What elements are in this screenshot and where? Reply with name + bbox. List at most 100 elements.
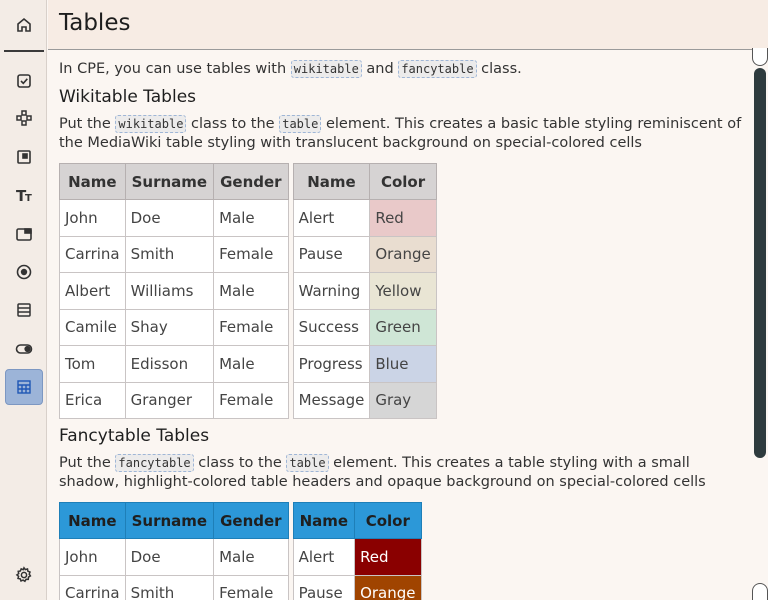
table-cell-red: Red xyxy=(369,199,437,237)
wikitable-tables: Name Surname Gender John Doe Male Carrina S… xyxy=(59,163,752,419)
col-header: Surname xyxy=(124,163,215,200)
table-row: Carrina Smith Female xyxy=(59,235,289,273)
table-row: Warning Yellow xyxy=(292,272,437,310)
table-cell: Progress xyxy=(292,345,371,383)
radio-icon[interactable] xyxy=(5,254,43,290)
wiki-desc-code2: table xyxy=(279,115,322,133)
fancy-desc-middle: class to the xyxy=(193,455,287,471)
table-cell: Granger xyxy=(124,381,215,419)
intro-before: In CPE, you can use tables with xyxy=(59,61,291,77)
table-cell-orange: Orange xyxy=(354,574,422,600)
wiki-desc-middle: class to the xyxy=(186,116,280,132)
intro-text: In CPE, you can use tables with wikitabl… xyxy=(59,60,752,79)
table-cell: Male xyxy=(213,538,289,576)
window-icon[interactable] xyxy=(5,216,43,252)
table-cell: John xyxy=(59,199,126,237)
table-cell-red: Red xyxy=(354,538,422,576)
intro-middle: and xyxy=(361,61,399,77)
table-cell: Alert xyxy=(292,538,356,576)
table-cell: Male xyxy=(213,272,289,310)
table-cell: Female xyxy=(213,381,289,419)
frame-icon[interactable] xyxy=(5,139,43,175)
table-cell: Doe xyxy=(124,199,215,237)
sidebar-divider xyxy=(4,50,44,52)
table-cell: Edisson xyxy=(124,345,215,383)
wikitable-heading: Wikitable Tables xyxy=(59,87,197,107)
code-wikitable: wikitable xyxy=(290,60,362,78)
code-fancytable: fancytable xyxy=(398,60,477,78)
scroll-down-arrow[interactable] xyxy=(752,583,768,600)
table-cell: Female xyxy=(213,308,289,346)
table-cell: Smith xyxy=(124,235,215,273)
fancytable-heading: Fancytable Tables xyxy=(59,426,210,446)
col-header: Color xyxy=(354,502,422,539)
list-icon[interactable] xyxy=(5,292,43,328)
col-header: Name xyxy=(59,502,126,539)
table-cell-yellow: Yellow xyxy=(369,272,437,310)
table-row: Alert Red xyxy=(292,538,422,576)
scroll-up-arrow[interactable] xyxy=(752,48,768,66)
table-cell: Carrina xyxy=(59,574,126,600)
table-row: Camile Shay Female xyxy=(59,308,289,346)
table-row: Tom Edisson Male xyxy=(59,345,289,383)
col-header: Gender xyxy=(213,163,289,200)
fancytable-description: Put the fancytable class to the table el… xyxy=(59,454,752,492)
table-cell: Message xyxy=(292,381,371,419)
table-cell-green: Green xyxy=(369,308,437,346)
table-cell: Male xyxy=(213,199,289,237)
sidebar: TT xyxy=(0,0,47,600)
table-cell: Pause xyxy=(292,235,371,273)
table-cell: Shay xyxy=(124,308,215,346)
wiki-desc-before: Put the xyxy=(59,116,116,132)
table-cell: Camile xyxy=(59,308,126,346)
col-header: Name xyxy=(59,163,126,200)
intro-after: class. xyxy=(476,61,522,77)
scrollbar-thumb[interactable] xyxy=(754,68,766,458)
fancy-desc-before: Put the xyxy=(59,455,116,471)
table-cell: Male xyxy=(213,345,289,383)
table-cell: Success xyxy=(292,308,371,346)
table-row: Progress Blue xyxy=(292,345,437,383)
fancytable-tables: Name Surname Gender John Doe Male Carrina S… xyxy=(59,502,752,600)
table-row: Message Gray xyxy=(292,381,437,419)
table-row: Pause Orange xyxy=(292,235,437,273)
table-row: Pause Orange xyxy=(292,574,422,600)
table-cell-blue: Blue xyxy=(369,345,437,383)
home-icon[interactable] xyxy=(5,7,43,43)
fancy-people-table: Name Surname Gender John Doe Male Carrina S… xyxy=(59,502,289,600)
wiki-desc-code1: wikitable xyxy=(115,115,187,133)
typography-icon[interactable]: TT xyxy=(5,177,43,213)
table-cell-gray: Gray xyxy=(369,381,437,419)
table-cell: Smith xyxy=(124,574,215,600)
table-cell: Pause xyxy=(292,574,356,600)
wiki-color-table: Name Color Alert Red Pause Orange Warning Y… xyxy=(292,163,437,419)
table-cell: John xyxy=(59,538,126,576)
table-cell: Erica xyxy=(59,381,126,419)
checkbox-icon[interactable] xyxy=(5,63,43,99)
components-icon[interactable] xyxy=(5,100,43,136)
col-header: Name xyxy=(292,163,371,200)
table-cell: Carrina xyxy=(59,235,126,273)
table-row: Albert Williams Male xyxy=(59,272,289,310)
page-title: Tables xyxy=(59,10,131,36)
col-header: Surname xyxy=(124,502,215,539)
settings-icon[interactable] xyxy=(5,557,43,593)
main-content: In CPE, you can use tables with wikitabl… xyxy=(48,51,752,600)
page-header: Tables xyxy=(48,0,768,50)
table-cell: Albert xyxy=(59,272,126,310)
svg-text:T: T xyxy=(25,193,32,204)
table-cell-orange: Orange xyxy=(369,235,437,273)
table-row: Carrina Smith Female xyxy=(59,574,289,600)
table-row: Success Green xyxy=(292,308,437,346)
wiki-people-table: Name Surname Gender John Doe Male Carrina S… xyxy=(59,163,289,419)
table-cell: Female xyxy=(213,235,289,273)
table-row: Alert Red xyxy=(292,199,437,237)
col-header: Color xyxy=(369,163,437,200)
col-header: Name xyxy=(292,502,356,539)
toggle-icon[interactable] xyxy=(5,331,43,367)
table-cell: Alert xyxy=(292,199,371,237)
wikitable-description: Put the wikitable class to the table ele… xyxy=(59,115,752,153)
table-icon[interactable] xyxy=(5,369,43,405)
table-cell: Doe xyxy=(124,538,215,576)
table-cell: Warning xyxy=(292,272,371,310)
